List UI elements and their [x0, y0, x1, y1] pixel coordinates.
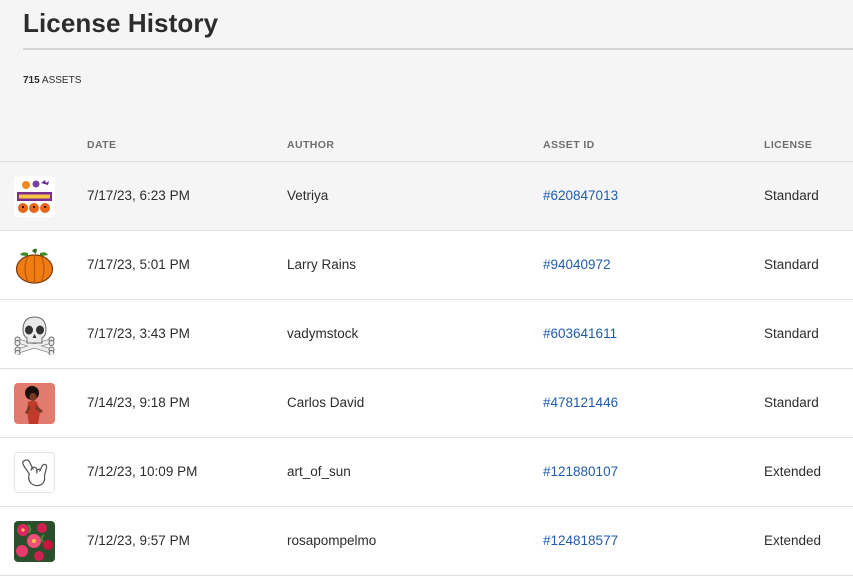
asset-id-link[interactable]: #124818577	[543, 533, 618, 548]
license-type: Extended	[764, 464, 822, 479]
license-date: 7/17/23, 5:01 PM	[87, 257, 190, 272]
license-date: 7/17/23, 3:43 PM	[87, 326, 190, 341]
author-name: rosapompelmo	[287, 533, 377, 548]
page-title: License History	[23, 8, 219, 38]
table-row[interactable]: 7/12/23, 10:09 PM art_of_sun #121880107 …	[0, 438, 853, 507]
asset-count: 715 ASSETS	[23, 75, 81, 86]
author-name: vadymstock	[287, 326, 359, 341]
asset-id-link[interactable]: #94040972	[543, 257, 611, 272]
author-name: art_of_sun	[287, 464, 351, 479]
asset-id-link[interactable]: #478121446	[543, 395, 618, 410]
author-name: Carlos David	[287, 395, 365, 410]
asset-count-label: ASSETS	[41, 75, 82, 86]
license-type: Standard	[764, 257, 819, 272]
woman-photo-thumbnail[interactable]	[14, 383, 55, 424]
license-type: Standard	[764, 395, 819, 410]
column-header-asset-id[interactable]: ASSET ID	[543, 139, 595, 151]
license-type: Standard	[764, 326, 819, 341]
table-row[interactable]: 7/17/23, 5:01 PM Larry Rains #94040972 S…	[0, 231, 853, 300]
column-header-author[interactable]: AUTHOR	[287, 139, 334, 151]
pumpkin-thumbnail[interactable]	[14, 245, 55, 286]
license-type: Standard	[764, 188, 819, 203]
license-date: 7/12/23, 9:57 PM	[87, 533, 190, 548]
table-row[interactable]: 7/12/23, 9:57 PM rosapompelmo #124818577…	[0, 507, 853, 576]
license-date: 7/14/23, 9:18 PM	[87, 395, 190, 410]
column-header-date[interactable]: DATE	[87, 139, 116, 151]
title-divider	[23, 48, 853, 50]
table-row[interactable]: 7/14/23, 9:18 PM Carlos David #478121446…	[0, 369, 853, 438]
shaka-hand-thumbnail[interactable]	[14, 452, 55, 493]
author-name: Vetriya	[287, 188, 329, 203]
skull-crossbones-thumbnail[interactable]	[14, 314, 55, 355]
table-row[interactable]: 7/17/23, 6:23 PM Vetriya #620847013 Stan…	[0, 162, 853, 231]
table-header: DATE AUTHOR ASSET ID LICENSE	[0, 128, 853, 162]
halloween-banner-thumbnail[interactable]	[14, 176, 55, 217]
license-date: 7/12/23, 10:09 PM	[87, 464, 198, 479]
asset-id-link[interactable]: #121880107	[543, 464, 618, 479]
author-name: Larry Rains	[287, 257, 357, 272]
column-header-license[interactable]: LICENSE	[764, 139, 812, 151]
license-type: Extended	[764, 533, 822, 548]
asset-count-number: 715	[23, 75, 40, 86]
asset-id-link[interactable]: #620847013	[543, 188, 618, 203]
license-date: 7/17/23, 6:23 PM	[87, 188, 190, 203]
asset-id-link[interactable]: #603641611	[543, 326, 617, 341]
floral-pattern-thumbnail[interactable]	[14, 521, 55, 562]
table-row[interactable]: 7/17/23, 3:43 PM vadymstock #603641611 S…	[0, 300, 853, 369]
